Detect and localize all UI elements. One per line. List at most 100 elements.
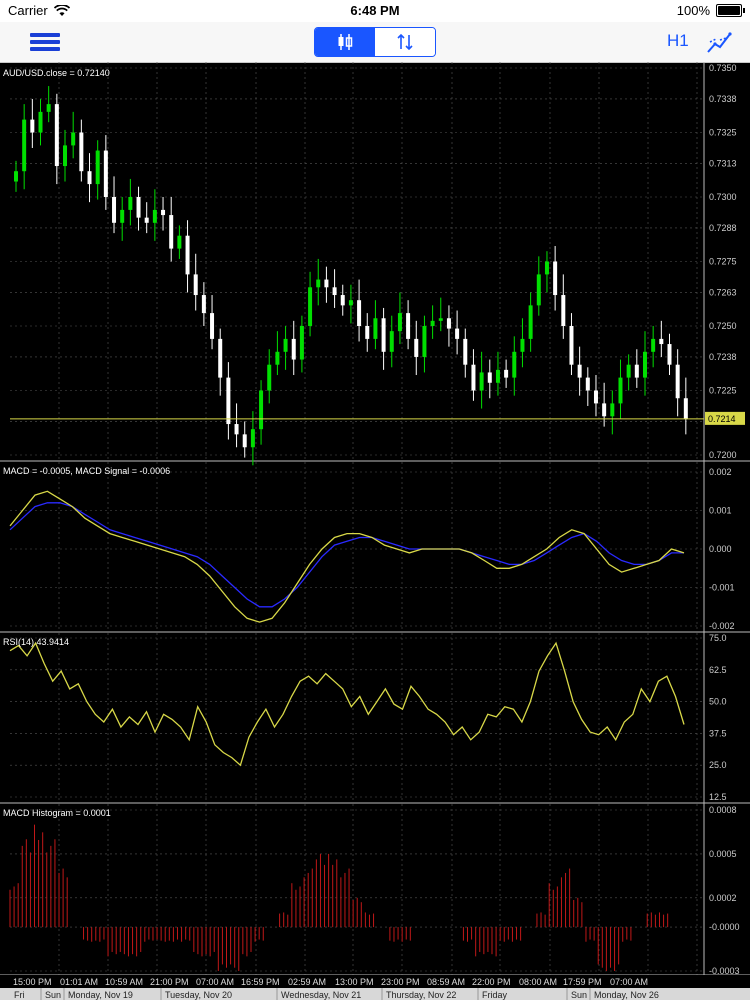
candle-body [553,261,558,296]
battery-label: 100% [676,3,710,18]
macd-panel [9,490,685,623]
chart-area[interactable]: 0.7350 0.7338 0.7325 0.7313 0.7300 0.7288 0.72… [0,62,750,1000]
candle-body [593,390,598,404]
date-label: Fri [14,990,25,1000]
candle-body [642,351,647,378]
candle-body [479,372,484,391]
candle-body [536,274,541,306]
histogram-axis-tick: -0.0000 [709,922,740,932]
candle-body [373,318,378,339]
candle-body [46,104,51,112]
candle-body [430,320,435,326]
price-axis-tick: 0.7313 [709,158,737,168]
candle-body [504,369,509,378]
time-label: 15:00 PM [13,977,52,987]
date-label: Monday, Nov 26 [594,990,659,1000]
status-bar: Carrier 6:48 PM 100% [0,0,750,22]
time-label: 23:00 PM [381,977,420,987]
candlestick-mode-button[interactable] [315,28,375,56]
time-label: 16:59 PM [241,977,280,987]
candle-body [544,261,549,275]
price-axis-tick: 0.7300 [709,192,737,202]
price-axis-tick: 0.7238 [709,352,737,362]
rsi-axis-tick: 12.5 [709,792,727,802]
macd-axis-tick: 0.001 [709,506,732,516]
candle-body [602,403,607,417]
time-label: 07:00 AM [610,977,648,987]
timeframe-button[interactable]: H1 [667,31,689,51]
time-label: 08:00 AM [519,977,557,987]
histogram-axis-tick: -0.0003 [709,966,740,976]
date-label: Sun [571,990,587,1000]
candle-body [381,318,386,352]
price-axis-tick: 0.7350 [709,63,737,73]
rsi-axis-tick: 50.0 [709,697,727,707]
indicator-icon [707,32,732,53]
candle-body [128,197,133,210]
candle-body [275,351,280,365]
candle-body [71,132,76,146]
time-label: 01:01 AM [60,977,98,987]
candle-body [610,403,615,417]
close-price-tag-text: 0.7214 [708,414,736,424]
candle-body [79,132,84,172]
battery-icon [716,4,745,17]
candle-body [438,318,443,321]
sort-arrows-icon [397,33,413,51]
price-axis-tick: 0.7250 [709,321,737,331]
rsi-label: RSI(14) 43.9414 [3,637,69,647]
candle-body [95,150,100,185]
price-axis-tick: 0.7338 [709,94,737,104]
candle-body [561,295,566,326]
candle-body [626,364,631,378]
price-axis-tick: 0.7263 [709,287,737,297]
candle-body [667,344,672,365]
candle-body [340,295,345,306]
candle-body [291,338,296,360]
candle-body [357,300,362,326]
candle-body [332,287,337,296]
candle-body [348,300,353,306]
candle-body [675,364,680,399]
date-label: Sun [45,990,61,1000]
price-panel [10,86,704,466]
price-axis-tick: 0.7200 [709,450,737,460]
candle-body [446,318,451,329]
candle-body [406,313,411,339]
candle-body [577,364,582,378]
time-label: 13:00 PM [335,977,374,987]
candle-body [463,338,468,365]
histogram-axis-tick: 0.0002 [709,893,737,903]
price-axis-tick: 0.7288 [709,223,737,233]
macd-label: MACD = -0.0005, MACD Signal = -0.0006 [3,466,170,476]
candle-body [308,287,313,326]
rsi-panel [9,641,685,767]
candle-body [161,209,166,216]
candle-body [528,305,533,339]
time-label: 07:00 AM [196,977,234,987]
chart-mode-segmented-control [314,27,436,57]
date-label: Friday [482,990,508,1000]
indicator-button[interactable] [706,28,734,56]
candle-body [177,235,182,249]
candle-body [112,197,117,223]
macd-axis-tick: -0.002 [709,621,735,631]
candle-body [520,338,525,352]
candle-body [634,364,639,378]
candle-body [14,171,18,182]
hamburger-menu-icon[interactable] [30,30,60,54]
sort-mode-button[interactable] [375,28,435,56]
candle-body [259,390,264,430]
date-label: Wednesday, Nov 21 [281,990,361,1000]
candle-body [30,119,35,133]
candle-body [103,150,108,197]
candle-body [585,377,590,391]
candle-body [618,377,623,404]
date-label: Thursday, Nov 22 [386,990,456,1000]
candle-body [22,119,27,172]
macd-axis-tick: 0.002 [709,467,732,477]
macd-line [9,490,685,623]
price-axis-tick: 0.7325 [709,128,737,138]
candle-body [185,235,190,275]
candle-body [201,295,206,314]
